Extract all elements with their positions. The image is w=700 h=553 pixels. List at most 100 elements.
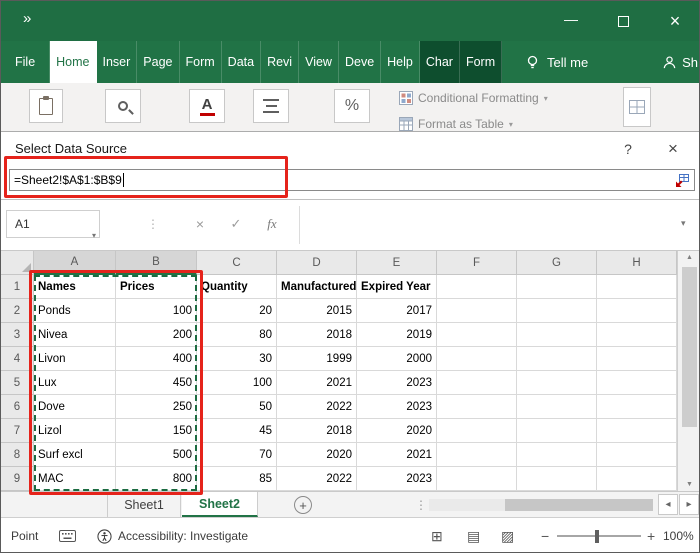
row-header-3[interactable]: 3 [1,323,34,347]
cell-E1[interactable]: Expired Year [357,275,437,299]
cell-G2[interactable] [517,299,597,323]
zoom-slider-thumb[interactable] [595,530,599,543]
cell-H7[interactable] [597,419,677,443]
ribbon-tab-inser-2[interactable]: Inser [97,41,138,83]
percent-style-button[interactable]: % [334,89,370,123]
cell-F4[interactable] [437,347,517,371]
cell-B8[interactable]: 500 [116,443,197,467]
cell-H4[interactable] [597,347,677,371]
zoom-in-button[interactable]: + [647,518,655,552]
horizontal-scrollbar[interactable] [429,499,653,511]
cell-C9[interactable]: 85 [197,467,277,491]
format-as-table-button[interactable]: Format as Table ▾ [399,117,513,131]
vertical-scrollbar-thumb[interactable] [682,267,697,427]
dialog-close-button[interactable]: × [657,136,689,162]
horizontal-scrollbar-thumb[interactable] [505,499,653,511]
column-header-B[interactable]: B [116,251,197,275]
ribbon-tab-char-10[interactable]: Char [419,41,460,83]
macro-record-button[interactable] [59,518,76,552]
dialog-help-button[interactable]: ? [613,136,643,162]
select-all-corner[interactable] [1,251,34,275]
ribbon-tab-deve-8[interactable]: Deve [339,41,382,83]
tab-splitter-icon[interactable]: ⋮ [415,492,427,517]
font-color-button[interactable]: A [189,89,225,123]
formula-bar-input[interactable] [300,206,679,244]
cell-F9[interactable] [437,467,517,491]
cell-G6[interactable] [517,395,597,419]
maximize-button[interactable] [597,1,649,41]
cell-E2[interactable]: 2017 [357,299,437,323]
row-header-1[interactable]: 1 [1,275,34,299]
row-header-2[interactable]: 2 [1,299,34,323]
sheet-tab-sheet2[interactable]: Sheet2 [182,492,258,517]
ribbon-tab-form-11[interactable]: Form [459,41,503,83]
view-normal-button[interactable]: ⊞ [431,518,443,552]
formula-bar-handle-icon[interactable]: ⋮ [147,210,159,238]
cell-D8[interactable]: 2020 [277,443,357,467]
accessibility-status[interactable]: Accessibility: Investigate [97,518,248,552]
ribbon-tab-revi-6[interactable]: Revi [261,41,300,83]
enter-button[interactable]: ✓ [223,210,249,238]
ribbon-tab-help-9[interactable]: Help [381,41,420,83]
zoom-slider[interactable] [557,535,641,537]
cell-F3[interactable] [437,323,517,347]
cell-D5[interactable]: 2021 [277,371,357,395]
cell-A2[interactable]: Ponds [34,299,116,323]
range-input[interactable]: =Sheet2!$A$1:$B$9 [9,169,695,191]
cell-E4[interactable]: 2000 [357,347,437,371]
quick-access-overflow-icon[interactable]: » [23,10,31,27]
column-header-E[interactable]: E [357,251,437,275]
cell-B4[interactable]: 400 [116,347,197,371]
cell-C2[interactable]: 20 [197,299,277,323]
conditional-formatting-button[interactable]: Conditional Formatting ▾ [399,91,548,105]
cell-D6[interactable]: 2022 [277,395,357,419]
cell-B9[interactable]: 800 [116,467,197,491]
cell-D9[interactable]: 2022 [277,467,357,491]
cell-H9[interactable] [597,467,677,491]
ribbon-tab-data-5[interactable]: Data [222,41,262,83]
cell-A9[interactable]: MAC [34,467,116,491]
scroll-up-icon[interactable]: ▲ [678,254,699,261]
name-box[interactable]: A1 ▾ [6,210,100,240]
cell-F2[interactable] [437,299,517,323]
cell-B1[interactable]: Prices [116,275,197,299]
cell-G8[interactable] [517,443,597,467]
cell-D1[interactable]: Manufactured Year [277,275,357,299]
scroll-down-icon[interactable]: ▼ [678,481,699,488]
cell-D2[interactable]: 2015 [277,299,357,323]
cell-G1[interactable] [517,275,597,299]
cell-C7[interactable]: 45 [197,419,277,443]
cell-C3[interactable]: 80 [197,323,277,347]
row-header-8[interactable]: 8 [1,443,34,467]
cell-C5[interactable]: 100 [197,371,277,395]
cell-C4[interactable]: 30 [197,347,277,371]
column-header-G[interactable]: G [517,251,597,275]
insert-function-button[interactable]: fx [259,210,285,238]
view-page-break-button[interactable]: ▨ [501,518,514,552]
cell-F7[interactable] [437,419,517,443]
cell-C8[interactable]: 70 [197,443,277,467]
share-button[interactable]: Sh [662,41,698,83]
cell-E7[interactable]: 2020 [357,419,437,443]
name-box-dropdown-icon[interactable]: ▾ [92,231,96,240]
row-header-5[interactable]: 5 [1,371,34,395]
cell-B3[interactable]: 200 [116,323,197,347]
cell-B2[interactable]: 100 [116,299,197,323]
view-page-layout-button[interactable]: ▤ [467,518,480,552]
cell-G5[interactable] [517,371,597,395]
cell-B5[interactable]: 450 [116,371,197,395]
cell-A5[interactable]: Lux [34,371,116,395]
cell-E6[interactable]: 2023 [357,395,437,419]
paste-button[interactable] [29,89,63,123]
cell-G7[interactable] [517,419,597,443]
cell-D4[interactable]: 1999 [277,347,357,371]
row-header-4[interactable]: 4 [1,347,34,371]
cell-E9[interactable]: 2023 [357,467,437,491]
add-sheet-button[interactable]: + [294,496,312,514]
close-button[interactable]: × [649,1,699,41]
cell-D3[interactable]: 2018 [277,323,357,347]
ribbon-tab-page-3[interactable]: Page [137,41,180,83]
cell-H3[interactable] [597,323,677,347]
cell-F8[interactable] [437,443,517,467]
cell-H6[interactable] [597,395,677,419]
